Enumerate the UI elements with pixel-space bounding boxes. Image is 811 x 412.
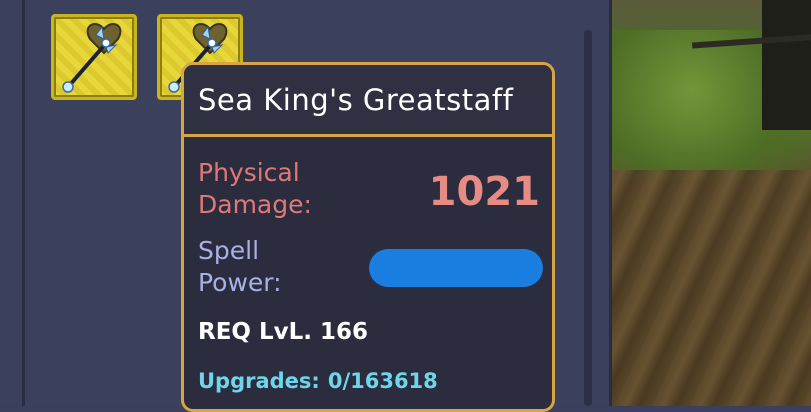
inventory-slot[interactable] <box>51 14 137 100</box>
upgrades-label: Upgrades: <box>198 369 320 393</box>
item-name: Sea King's Greatstaff <box>198 82 514 117</box>
item-tooltip: Sea King's Greatstaff Physical Damage: 1… <box>181 62 555 412</box>
game-world-view <box>612 0 811 406</box>
inventory-scrollbar[interactable] <box>584 30 592 406</box>
spell-power-label-line1: Spell <box>198 236 260 265</box>
spell-power-label: Spell Power: <box>198 235 282 299</box>
physical-damage-label: Physical Damage: <box>198 157 312 221</box>
physical-damage-label-line1: Physical <box>198 158 300 187</box>
world-structure <box>762 0 811 130</box>
upgrades-value: 0/163618 <box>327 369 438 393</box>
panel-divider <box>22 0 25 406</box>
redaction-scribble <box>369 249 543 287</box>
physical-damage-value: 1021 <box>428 169 540 215</box>
upgrades-row: Upgrades: 0/163618 <box>198 369 438 393</box>
tooltip-header: Sea King's Greatstaff <box>184 65 552 137</box>
required-level: REQ LvL. 166 <box>198 319 369 345</box>
physical-damage-label-line2: Damage: <box>198 190 312 219</box>
greatstaff-icon <box>62 23 122 93</box>
spell-power-label-line2: Power: <box>198 268 282 297</box>
dirt-terrain <box>612 170 811 406</box>
